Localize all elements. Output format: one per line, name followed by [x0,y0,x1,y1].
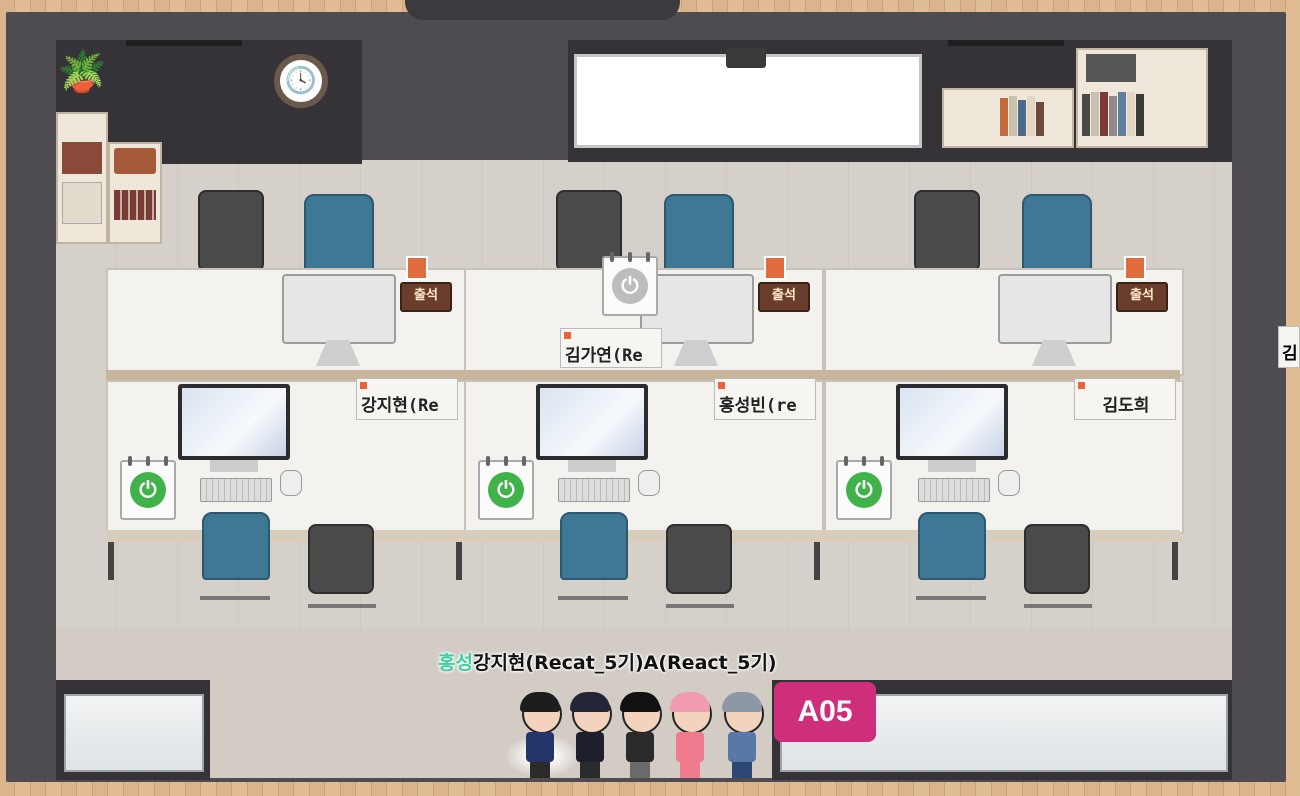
keyboard[interactable] [558,478,630,502]
monitor-base [928,460,976,472]
player-name-text: 강지현(Recat_5기)A(React_5기) [472,652,777,674]
monitor-base [568,460,616,472]
power-toggle-3[interactable]: ⏻ [836,456,892,520]
person-icon [1124,256,1146,280]
avatar-4[interactable] [668,692,712,780]
player-name-highlight: 홍성 [438,652,473,674]
desk-leg [456,542,462,580]
chair-base [1024,604,1092,608]
ceiling-lamp-right [948,40,1064,46]
name-plate-1[interactable]: 김가연(Re [560,328,662,368]
keyboard[interactable] [918,478,990,502]
chair-back-blue-1[interactable] [304,194,374,274]
chair-base [916,596,986,600]
mouse[interactable] [638,470,660,496]
keyboard[interactable] [200,478,272,502]
top-frame [405,0,680,20]
desk-divider [106,370,1180,380]
power-toggle-2[interactable]: ⏻ [478,456,534,520]
monitor-front-2[interactable] [536,384,648,460]
power-icon: ⏻ [130,472,166,508]
monitor-front-3[interactable] [896,384,1008,460]
attendance-button-1[interactable]: 출석 [400,282,452,312]
avatar-1[interactable] [518,692,562,780]
zone-badge[interactable]: A05 [774,682,876,742]
person-icon [406,256,428,280]
radio-shelf [108,142,162,244]
power-icon: ⏻ [488,472,524,508]
monitor-front-1[interactable] [178,384,290,460]
bookshelf-right-tall [1076,48,1208,148]
chair-front-grey-2[interactable] [666,524,732,594]
plant-icon: 🪴 [57,49,107,95]
monitor-base [210,460,258,472]
player-names: 홍성강지현(Recat_5기)A(React_5기) [438,648,777,675]
chair-back-blue-3[interactable] [1022,194,1092,274]
bookshelf-right-low [942,88,1074,148]
name-plate-2[interactable]: 강지현(Re [356,378,458,420]
mouse[interactable] [280,470,302,496]
chair-front-blue-3[interactable] [918,512,986,580]
avatar-5[interactable] [720,692,764,780]
monitor-back-3[interactable] [998,274,1112,344]
person-icon [764,256,786,280]
chair-front-blue-1[interactable] [202,512,270,580]
desk-leg [1172,542,1178,580]
chair-front-grey-3[interactable] [1024,524,1090,594]
avatar-3[interactable] [618,692,662,780]
chair-front-blue-2[interactable] [560,512,628,580]
power-toggle-back[interactable]: ⏻ [602,252,658,316]
avatar-2[interactable] [568,692,612,780]
power-toggle-1[interactable]: ⏻ [120,456,176,520]
chair-base [666,604,734,608]
window-left [64,694,204,772]
chair-back-blue-2[interactable] [664,194,734,274]
chair-back-grey-1[interactable] [198,190,264,272]
desk-leg [108,542,114,580]
chair-back-grey-3[interactable] [914,190,980,272]
name-plate-4[interactable]: 김도희 [1074,378,1176,420]
attendance-button-3[interactable]: 출석 [1116,282,1168,312]
chair-base [200,596,270,600]
name-plate-3[interactable]: 홍성빈(re [714,378,816,420]
bookshelf-left [56,112,108,244]
power-icon: ⏻ [612,268,648,304]
chair-base [558,596,628,600]
monitor-back-1[interactable] [282,274,396,344]
ceiling-lamp [126,40,242,46]
chair-base [308,604,376,608]
whiteboard[interactable] [574,54,922,148]
attendance-button-2[interactable]: 출석 [758,282,810,312]
power-icon: ⏻ [846,472,882,508]
mouse[interactable] [998,470,1020,496]
desk-leg [814,542,820,580]
clock-icon: 🕓 [274,54,328,108]
projector-icon [726,48,766,68]
name-plate-edge[interactable]: 김 [1278,326,1300,368]
chair-front-grey-1[interactable] [308,524,374,594]
